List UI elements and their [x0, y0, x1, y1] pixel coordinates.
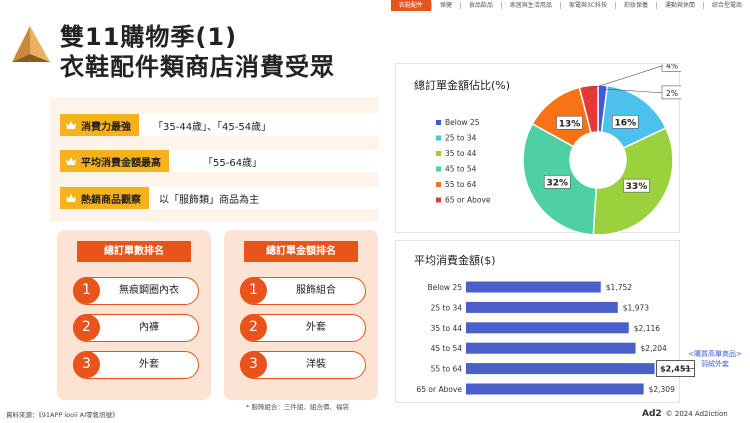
- rank-item-text: 服飾組合: [296, 285, 336, 296]
- rank-item: 3 洋裝: [240, 351, 366, 379]
- legend-swatch: [436, 120, 441, 125]
- bar-category-label: 35 to 44: [431, 324, 463, 333]
- crown-icon: [66, 194, 76, 202]
- bar-annotation-text: 羽絨外套: [701, 359, 729, 368]
- page-title-line2: 衣鞋配件類商店消費受眾: [60, 53, 335, 81]
- rank-item-text: 洋裝: [306, 359, 326, 370]
- rank-card-title: 總訂單金額排名: [244, 241, 358, 262]
- legend-entry: 55 to 64: [445, 180, 477, 189]
- nav-tab[interactable]: 食品飲品: [461, 0, 501, 11]
- bar: [466, 301, 618, 313]
- rank-item: 2 外套: [240, 314, 366, 342]
- pie-data-label: 16%: [615, 118, 637, 128]
- pie-chart: 2% 16% 33% 32% 13% 4% Below 25 25 to 34 35 to 44…: [436, 64, 681, 234]
- copyright: Ad2 © 2024 Ad2iction: [642, 409, 728, 419]
- summary-row-avg-amount: 平均消費金額最高 「55-64歲」: [60, 150, 378, 172]
- bar: [466, 363, 655, 375]
- legend-entry: 35 to 44: [445, 149, 477, 158]
- rank-item: 1 無痕鋼圈內衣: [73, 277, 199, 305]
- legend-entry: Below 25: [445, 118, 480, 127]
- legend-swatch: [436, 135, 441, 141]
- summary-value: 「55-64歲」: [169, 150, 378, 172]
- bar: [466, 322, 629, 334]
- summary-label: 消費力最強: [81, 121, 131, 133]
- bar-category-label: 65 or Above: [416, 385, 462, 394]
- copyright-text: © 2024 Ad2iction: [665, 410, 728, 418]
- summary-row-spending-power: 消費力最強 「35-44歲」、「45-54歲」: [60, 114, 378, 136]
- bar-value-label: $1,973: [623, 303, 649, 312]
- pie-data-label: 32%: [546, 178, 568, 188]
- summary-badge: 消費力最強: [60, 114, 139, 136]
- summary-value: 「35-44歲」、「45-54歲」: [139, 114, 378, 136]
- bar: [466, 342, 636, 354]
- rank-item: 1 服飾組合: [240, 277, 366, 305]
- pie-leader-line: [588, 65, 665, 90]
- summary-label: 平均消費金額最高: [81, 157, 161, 169]
- bar-category-label: 55 to 64: [431, 365, 463, 374]
- rank-card-amount: 總訂單金額排名 1 服飾組合 2 外套 3 洋裝: [224, 230, 378, 400]
- bar: [466, 281, 601, 293]
- legend-swatch: [436, 151, 441, 156]
- footnote: * 服飾組合：三件組、組合價、福袋: [246, 403, 349, 411]
- crown-icon: [66, 157, 76, 165]
- rank-number-badge: 3: [73, 351, 100, 378]
- summary-label: 熱銷商品觀察: [81, 194, 141, 206]
- pie-data-label: 4%: [666, 64, 678, 70]
- bar-value-label: $2,116: [634, 324, 660, 333]
- legend-entry: 65 or Above: [445, 196, 491, 205]
- rank-item-text: 內褲: [139, 322, 159, 333]
- pyramid-logo-icon: [12, 26, 50, 62]
- legend-swatch: [436, 166, 441, 172]
- crown-icon: [66, 121, 76, 129]
- bar-category-label: Below 25: [428, 283, 463, 292]
- nav-tab[interactable]: 家居與生活用品: [502, 0, 560, 11]
- pie-data-label: 13%: [559, 119, 581, 129]
- nav-tab[interactable]: 衣鞋配件: [390, 0, 431, 11]
- brand-logo-text: Ad2: [642, 409, 662, 419]
- rank-item-text: 外套: [139, 359, 159, 370]
- rank-card-orders: 總訂單數排名 1 無痕鋼圈內衣 2 內褲 3 外套: [57, 230, 211, 400]
- bar-category-label: 45 to 54: [431, 344, 463, 353]
- summary-badge: 平均消費金額最高: [60, 150, 169, 172]
- bar-annotation: <購買高單商品>羽絨外套: [688, 349, 742, 368]
- rank-item-text: 無痕鋼圈內衣: [119, 285, 179, 296]
- bar-chart-panel: 平均消費金額($) Below 25 $1,752 25 to 34 $1,973 35…: [395, 240, 695, 403]
- rank-number-badge: 1: [73, 277, 100, 304]
- pie-chart-panel: 總訂單金額佔比(%) 2% 16% 33% 32% 13% 4% Below 25 25 to…: [395, 63, 681, 234]
- page-title: 雙11購物季(1) 衣鞋配件類商店消費受眾: [60, 22, 335, 82]
- bar-value-label: $2,204: [641, 344, 667, 353]
- bar-value-label: $2,309: [649, 385, 675, 394]
- data-source: 資料來源：《91APP iooii AI零售訊號》: [6, 411, 119, 419]
- nav-tab[interactable]: 家電與3C科技: [561, 0, 615, 11]
- rank-number-badge: 2: [73, 314, 100, 341]
- rank-card-title: 總訂單數排名: [77, 241, 191, 262]
- category-nav: 衣鞋配件 保健 食品飲品 家居與生活用品 家電與3C科技 彩妝保養 運動與休閒 綜合型電商: [390, 0, 750, 11]
- summary-badge: 熱銷商品觀察: [60, 187, 149, 209]
- nav-tab[interactable]: 保健: [432, 0, 460, 11]
- pie-data-label: 33%: [626, 182, 648, 192]
- legend-swatch: [436, 182, 441, 187]
- legend-swatch: [436, 197, 441, 203]
- bar-category-label: 25 to 34: [431, 303, 463, 312]
- rank-number-badge: 2: [240, 314, 267, 341]
- nav-tab[interactable]: 彩妝保養: [616, 0, 656, 11]
- rank-item-text: 外套: [306, 322, 326, 333]
- legend-entry: 25 to 34: [445, 134, 477, 143]
- bar-chart: Below 25 $1,752 25 to 34 $1,973 35 to 44 $2,1…: [416, 281, 695, 395]
- rank-number-badge: 1: [240, 277, 267, 304]
- summary-value: 以「服飾類」商品為主: [149, 187, 378, 209]
- rank-item: 3 外套: [73, 351, 199, 379]
- nav-tab[interactable]: 綜合型電商: [704, 0, 750, 11]
- summary-row-hot-products: 熱銷商品觀察 以「服飾類」商品為主: [60, 187, 378, 209]
- summary-panel: 消費力最強 「35-44歲」、「45-54歲」 平均消費金額最高 「55-64歲…: [50, 97, 378, 222]
- bar-value-label: $1,752: [606, 283, 632, 292]
- legend-entry: 45 to 54: [445, 165, 477, 174]
- page-title-line1: 雙11購物季(1): [60, 23, 238, 51]
- bar: [466, 383, 644, 395]
- rank-number-badge: 3: [240, 351, 267, 378]
- pie-data-label: 2%: [666, 89, 678, 98]
- nav-tab[interactable]: 運動與休閒: [657, 0, 703, 11]
- rank-item: 2 內褲: [73, 314, 199, 342]
- bar-annotation-text: <購買高單商品>: [688, 349, 742, 358]
